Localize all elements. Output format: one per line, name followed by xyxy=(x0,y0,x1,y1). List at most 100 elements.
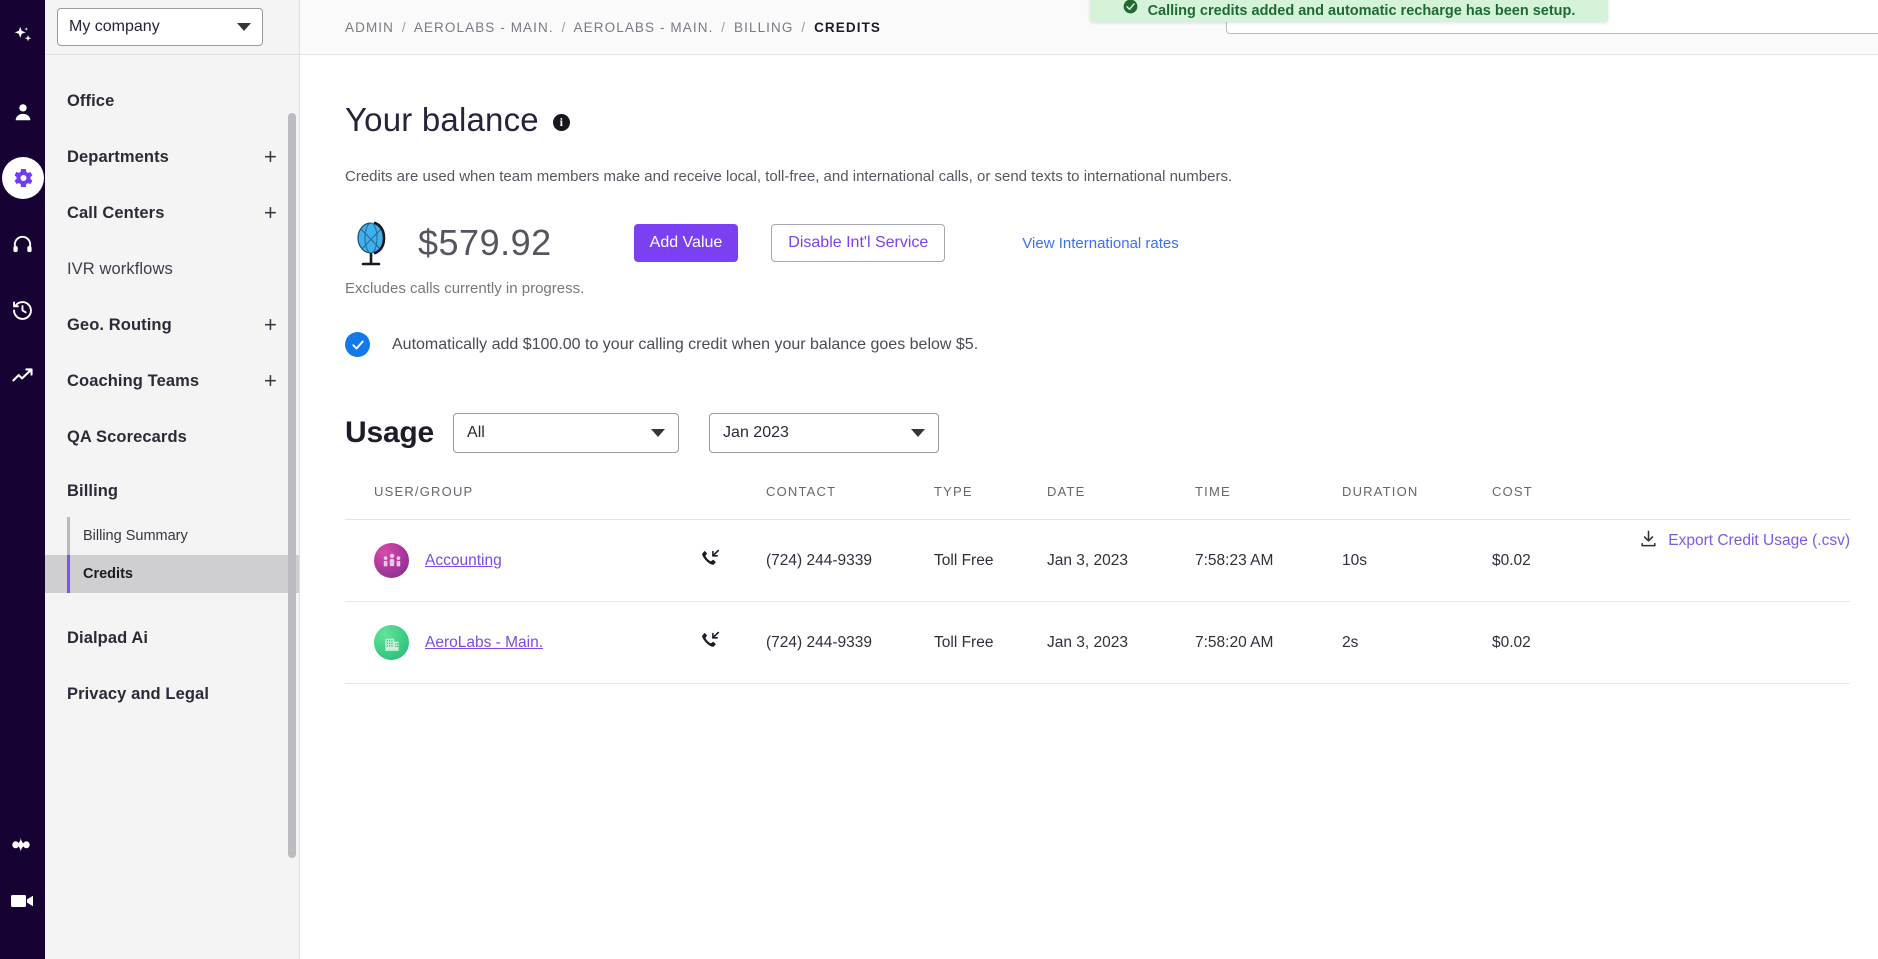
sidebar-item-label: Dialpad Ai xyxy=(67,628,149,647)
cell-date: Jan 3, 2023 xyxy=(1047,519,1195,602)
sidebar-item-ivr-workflows[interactable]: IVR workflows xyxy=(45,241,299,297)
usage-filter-all-value: All xyxy=(467,424,485,441)
sidebar-item-office[interactable]: Office xyxy=(45,73,299,129)
cell-user-group: Accounting xyxy=(345,519,700,602)
sidebar-item-label: Privacy and Legal xyxy=(67,684,210,703)
page-title-text: Your balance xyxy=(345,101,539,138)
usage-table: USER/GROUP CONTACT TYPE DATE TIME DURATI… xyxy=(345,484,1850,684)
chevron-down-icon xyxy=(651,429,666,437)
column-header-user-group[interactable]: USER/GROUP xyxy=(345,484,700,520)
primary-icon-rail xyxy=(0,0,45,959)
breadcrumb-item-aerolabs-main-2[interactable]: AEROLABS - MAIN. xyxy=(574,20,714,35)
sidebar-item-qa-scorecards[interactable]: QA Scorecards xyxy=(45,409,299,465)
export-credit-usage-link[interactable]: Export Credit Usage (.csv) xyxy=(1639,529,1850,553)
company-selector[interactable]: My company xyxy=(57,8,263,46)
add-call-center-icon[interactable]: + xyxy=(264,202,277,224)
table-row[interactable]: AeroLabs - Main. (724) 244-9339 Toll Fre… xyxy=(345,601,1850,684)
sidebar-item-dialpad-ai[interactable]: Dialpad Ai xyxy=(45,610,299,666)
credits-page: Your balance i Credits are used when tea… xyxy=(300,55,1878,959)
info-icon[interactable]: i xyxy=(552,114,570,131)
column-header-contact[interactable]: CONTACT xyxy=(766,484,934,520)
user-group-link[interactable]: AeroLabs - Main. xyxy=(425,634,543,652)
breadcrumb-item-billing[interactable]: BILLING xyxy=(734,20,793,35)
cell-time: 7:58:20 AM xyxy=(1195,601,1342,684)
balance-row: $579.92 Add Value Disable Int'l Service … xyxy=(345,215,1878,271)
headset-support-icon[interactable] xyxy=(0,216,45,272)
user-group-link[interactable]: Accounting xyxy=(425,552,502,570)
usage-table-head: USER/GROUP CONTACT TYPE DATE TIME DURATI… xyxy=(345,484,1850,520)
column-header-date[interactable]: DATE xyxy=(1047,484,1195,520)
group-people-icon xyxy=(374,543,409,578)
company-selector-wrap: My company xyxy=(45,0,299,55)
sidebar-scrollbar[interactable] xyxy=(288,113,296,858)
auto-recharge-label: Automatically add $100.00 to your callin… xyxy=(392,335,979,353)
sidebar-subitem-label: Credits xyxy=(83,566,133,582)
cell-user-group: AeroLabs - Main. xyxy=(345,601,700,684)
column-header-type[interactable]: TYPE xyxy=(934,484,1047,520)
success-toast: Calling credits added and automatic rech… xyxy=(1090,0,1608,22)
balance-amount: $579.92 xyxy=(418,222,552,263)
chevron-down-icon xyxy=(911,429,926,437)
page-title: Your balance i xyxy=(345,101,1878,139)
sidebar-item-label: Geo. Routing xyxy=(67,315,172,334)
sidebar-item-label: Departments xyxy=(67,147,169,166)
sidebar-item-label: Billing xyxy=(67,481,119,500)
table-header-row: USER/GROUP CONTACT TYPE DATE TIME DURATI… xyxy=(345,484,1850,520)
cell-call-direction xyxy=(700,519,766,602)
usage-filter-all[interactable]: All xyxy=(453,413,680,453)
auto-recharge-checkbox[interactable] xyxy=(345,332,370,357)
column-header-cost[interactable]: COST xyxy=(1492,484,1850,520)
sparkle-ai-icon[interactable] xyxy=(0,8,45,64)
column-header-time[interactable]: TIME xyxy=(1195,484,1342,520)
main-content: ADMIN / AEROLABS - MAIN. / AEROLABS - MA… xyxy=(300,0,1878,959)
breadcrumb-separator: / xyxy=(401,19,407,35)
sidebar-subitem-billing-summary[interactable]: Billing Summary xyxy=(45,517,299,555)
sidebar-item-label: Coaching Teams xyxy=(67,371,200,390)
analytics-trend-icon[interactable] xyxy=(0,348,45,404)
view-international-rates-link[interactable]: View International rates xyxy=(1022,235,1178,252)
settings-gear-icon[interactable] xyxy=(0,150,45,206)
office-building-icon xyxy=(374,625,409,660)
sidebar-item-label: Office xyxy=(67,91,115,110)
cell-cost: $0.02 xyxy=(1492,601,1850,684)
sidebar-item-geo-routing[interactable]: Geo. Routing + xyxy=(45,297,299,353)
breadcrumb-separator: / xyxy=(801,19,807,35)
sidebar-item-call-centers[interactable]: Call Centers + xyxy=(45,185,299,241)
add-value-button[interactable]: Add Value xyxy=(633,224,739,262)
globe-icon xyxy=(345,215,401,271)
disable-intl-service-button[interactable]: Disable Int'l Service xyxy=(771,224,946,262)
breadcrumb-item-aerolabs-main[interactable]: AEROLABS - MAIN. xyxy=(414,20,554,35)
top-bar: ADMIN / AEROLABS - MAIN. / AEROLABS - MA… xyxy=(300,0,1878,55)
cell-duration: 2s xyxy=(1342,601,1492,684)
inbound-call-icon xyxy=(700,630,720,655)
breadcrumb-item-admin[interactable]: ADMIN xyxy=(345,20,394,35)
video-camera-icon[interactable] xyxy=(0,873,45,929)
cell-contact: (724) 244-9339 xyxy=(766,519,934,602)
usage-title: Usage xyxy=(345,416,435,449)
app-root: My company Office Departments + Call Cen… xyxy=(0,0,1878,959)
auto-recharge-row[interactable]: Automatically add $100.00 to your callin… xyxy=(345,332,1878,357)
usage-filter-month[interactable]: Jan 2023 xyxy=(709,413,940,453)
breadcrumb-separator: / xyxy=(721,19,727,35)
sidebar-item-label: QA Scorecards xyxy=(67,427,187,446)
admin-sidebar: My company Office Departments + Call Cen… xyxy=(45,0,300,959)
cell-call-direction xyxy=(700,601,766,684)
history-clock-icon[interactable] xyxy=(0,282,45,338)
sidebar-subitem-credits[interactable]: Credits xyxy=(45,555,299,593)
sidebar-item-privacy-and-legal[interactable]: Privacy and Legal xyxy=(45,666,299,722)
contacts-person-icon[interactable] xyxy=(0,84,45,140)
cell-type: Toll Free xyxy=(934,519,1047,602)
add-department-icon[interactable]: + xyxy=(264,146,277,168)
sidebar-item-billing[interactable]: Billing xyxy=(45,465,299,517)
column-header-duration[interactable]: DURATION xyxy=(1342,484,1492,520)
excludes-note: Excludes calls currently in progress. xyxy=(345,280,585,297)
sidebar-item-departments[interactable]: Departments + xyxy=(45,129,299,185)
table-row[interactable]: Accounting (724) 244-9339 Toll Free Jan … xyxy=(345,519,1850,602)
add-coaching-team-icon[interactable]: + xyxy=(264,370,277,392)
check-circle-icon xyxy=(1123,0,1138,19)
chevron-down-icon xyxy=(237,23,251,31)
dialpad-logo-icon[interactable] xyxy=(0,817,45,873)
add-geo-routing-icon[interactable]: + xyxy=(264,314,277,336)
breadcrumb: ADMIN / AEROLABS - MAIN. / AEROLABS - MA… xyxy=(345,20,881,35)
sidebar-item-coaching-teams[interactable]: Coaching Teams + xyxy=(45,353,299,409)
